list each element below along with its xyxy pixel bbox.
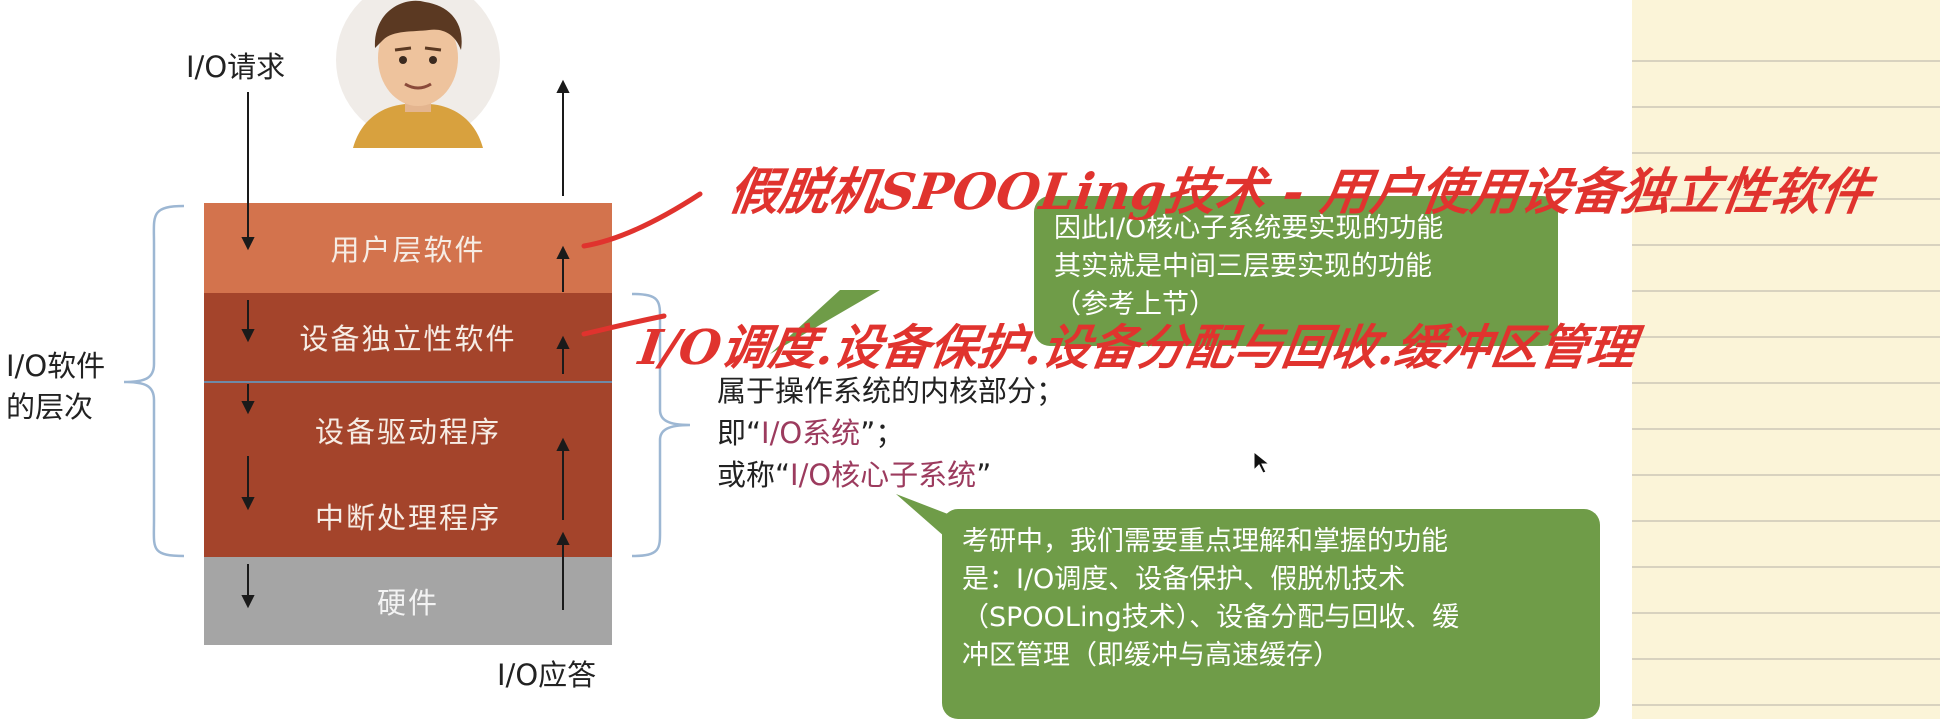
io-system-term: I/O系统 [761, 416, 861, 450]
kernel-text-line3: 或称“I/O核心子系统” [717, 458, 992, 492]
handwriting-connector-1 [581, 191, 703, 249]
kernel-text-line2: 即“I/O系统”； [717, 416, 905, 450]
bubble-bottom-line: （SPOOLing技术）、设备分配与回收、缓 [962, 602, 1460, 633]
bubble-bottom-line: 冲区管理（即缓冲与高速缓存） [962, 640, 1340, 671]
handwritten-note-spooling: 假脱机SPOOLing技术 - 用户使用设备独立性软件 [725, 162, 1876, 221]
handwritten-note-functions: I/O调度.设备保护.设备分配与回收.缓冲区管理 [635, 320, 1640, 376]
bubble-top-line: 其实就是中间三层要实现的功能 [1054, 251, 1432, 282]
mouse-pointer-icon [1253, 450, 1271, 474]
io-core-subsystem-term: I/O核心子系统 [790, 458, 977, 492]
bubble-bottom-line: 是：I/O调度、设备保护、假脱机技术 [962, 564, 1406, 595]
callout-bubble-bottom: 考研中，我们需要重点理解和掌握的功能 是：I/O调度、设备保护、假脱机技术 （S… [942, 509, 1600, 719]
bubble-bottom-line: 考研中，我们需要重点理解和掌握的功能 [962, 526, 1448, 557]
notebook-paper-strip [1632, 0, 1940, 719]
